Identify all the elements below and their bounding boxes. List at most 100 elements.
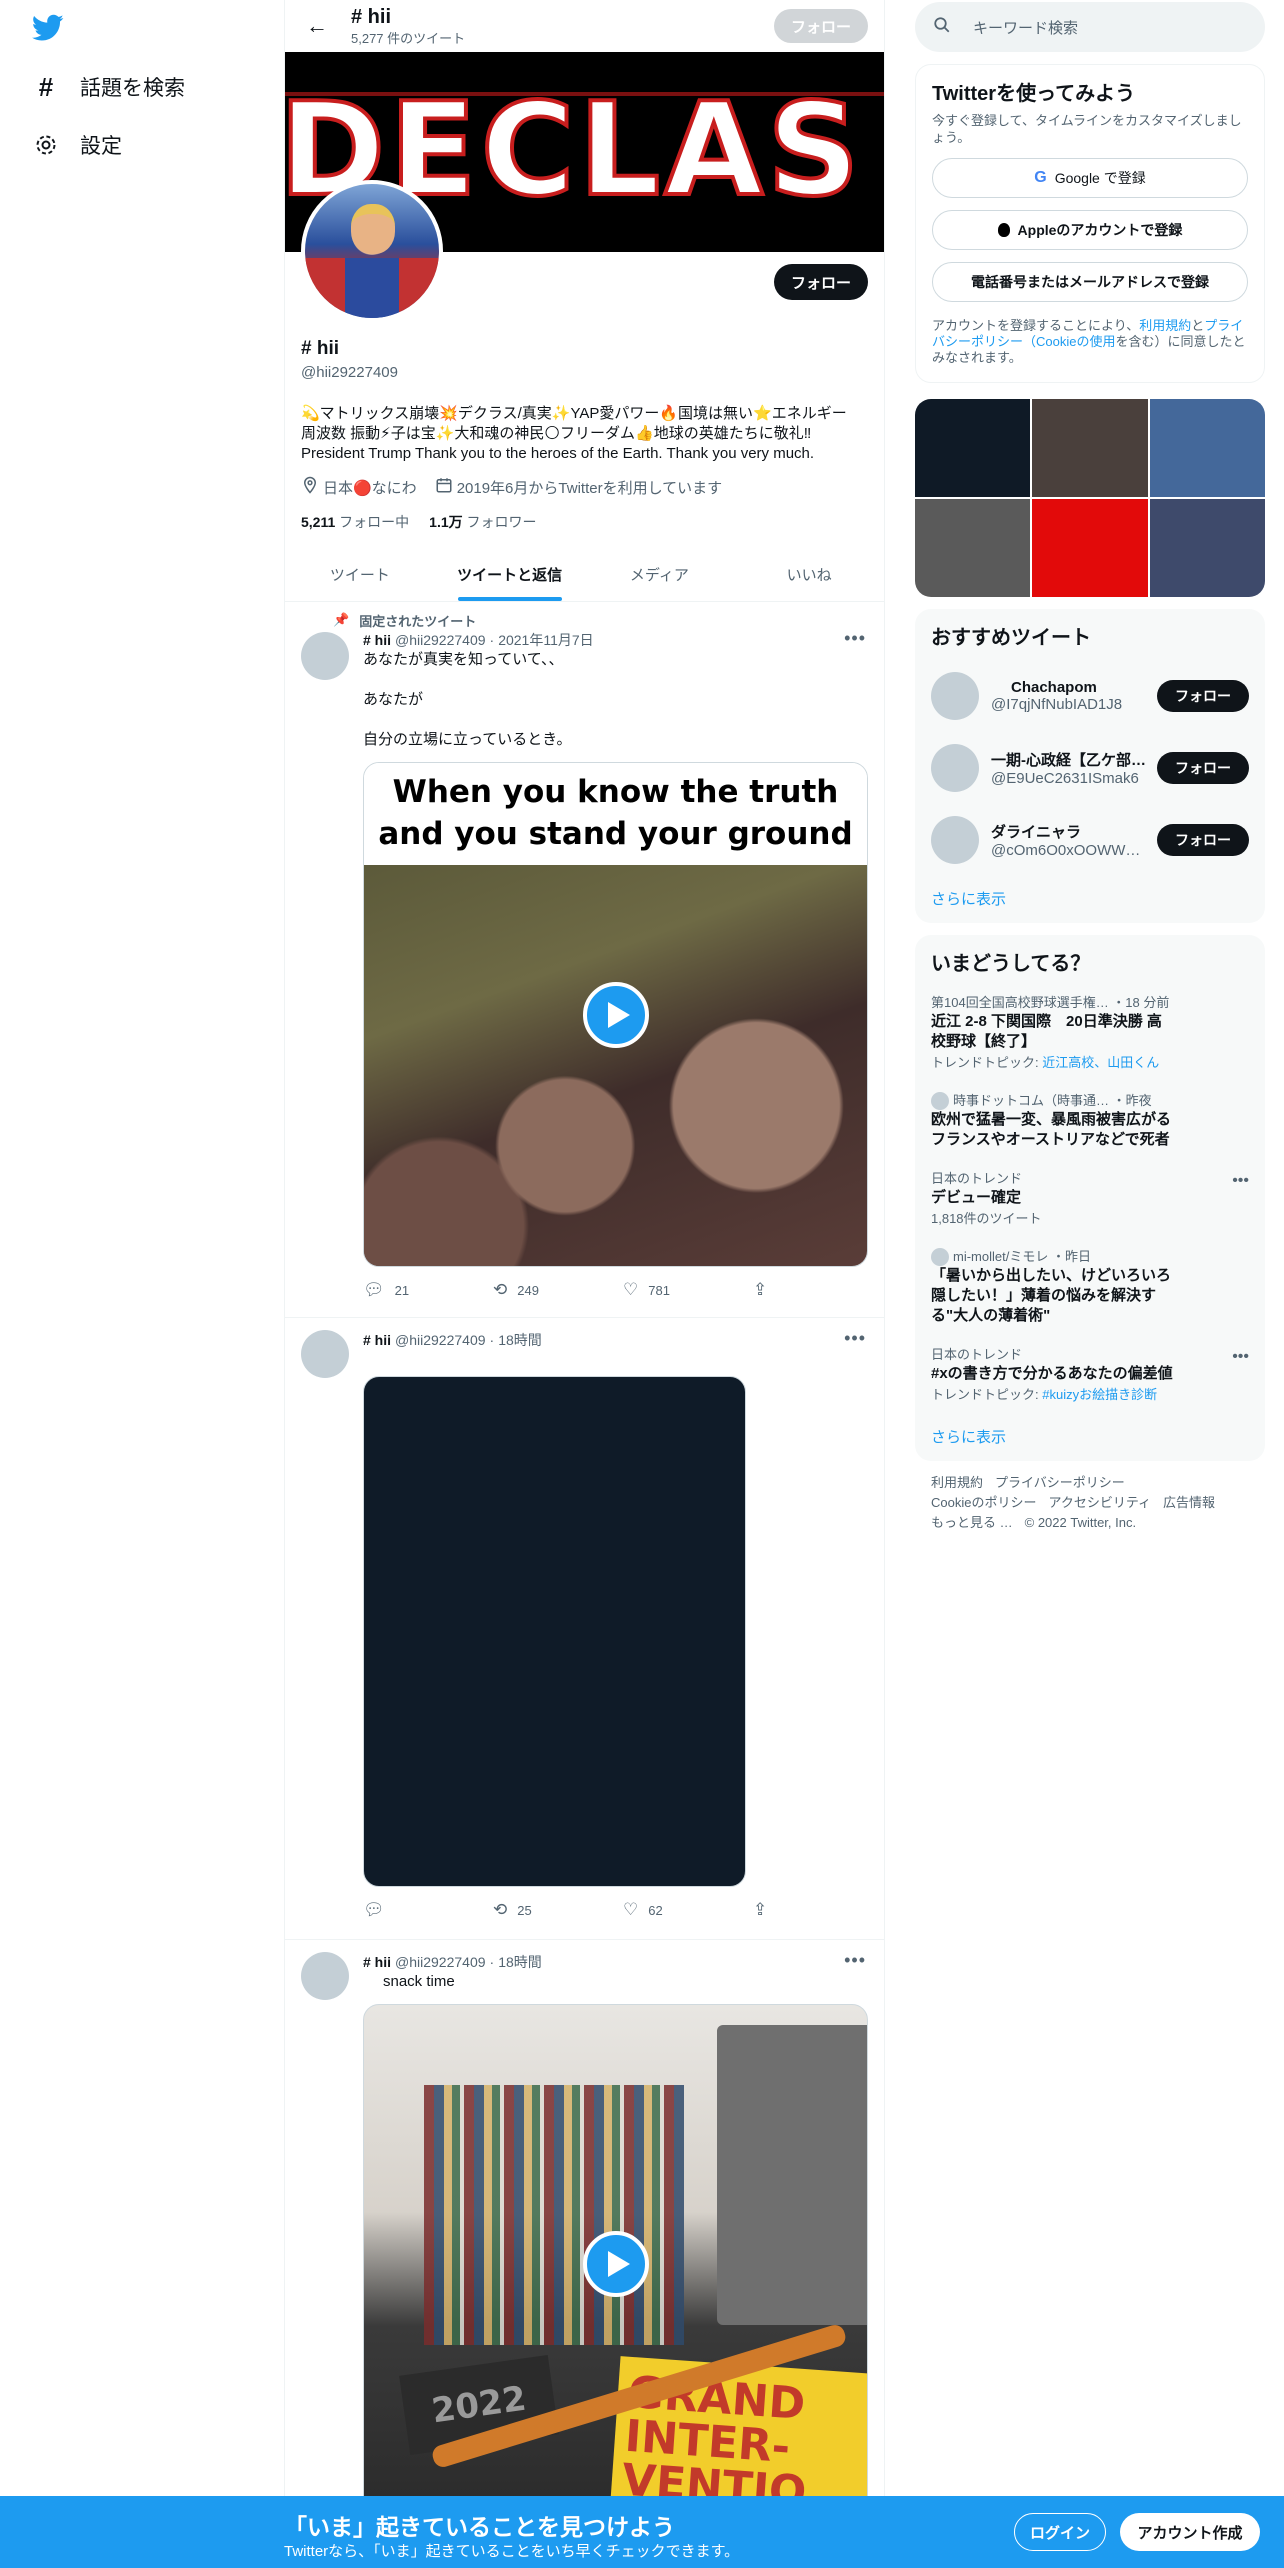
trend-item[interactable]: 第104回全国高校野球選手権… ・18 分前 近江 2-8 下関国際 20日準決…	[915, 984, 1265, 1082]
right-sidebar: キーワード検索 Twitterを使ってみよう 今すぐ登録して、タイムラインをカス…	[915, 0, 1265, 1545]
trend-item[interactable]: 時事ドットコム（時事通… ・昨夜 欧州で猛暑一変、暴風雨被害広がる フランスやオ…	[915, 1082, 1265, 1160]
reply-button[interactable]: 💬︎ 21	[363, 1280, 493, 1300]
tweet-author-handle[interactable]: @hii29227409	[395, 632, 486, 648]
footer-privacy-link[interactable]: プライバシーポリシー	[995, 1475, 1125, 1490]
trend-item[interactable]: ••• 日本のトレンド #xの書き方で分かるあなたの偏差値 トレンドトピック: …	[915, 1336, 1265, 1414]
photo-thumbnail[interactable]	[1149, 399, 1265, 497]
nav-settings[interactable]: 設定	[32, 125, 122, 165]
user-avatar[interactable]	[931, 744, 979, 792]
tab-tweets-replies[interactable]: ツイートと返信	[435, 548, 585, 601]
tweet-author-name[interactable]: # hii	[363, 1332, 391, 1348]
tweet-avatar[interactable]	[301, 1330, 349, 1378]
more-icon[interactable]: •••	[844, 1950, 866, 1971]
footer-ads-link[interactable]: 広告情報	[1163, 1495, 1215, 1510]
play-button-icon[interactable]	[582, 2231, 649, 2297]
like-button[interactable]: ♡ 781	[623, 1280, 753, 1300]
photo-thumbnail[interactable]	[915, 399, 1031, 497]
footer-terms-link[interactable]: 利用規約	[931, 1475, 983, 1490]
photo-thumbnail[interactable]	[915, 499, 1031, 597]
share-button[interactable]: ⇪	[753, 1900, 767, 1920]
tweet-video[interactable]: 2022 GRAND INTER- VENTIO	[363, 2004, 868, 2524]
back-arrow-icon[interactable]: ←	[299, 8, 335, 44]
tweet-avatar[interactable]	[301, 632, 349, 680]
tweet-time[interactable]: 18時間	[498, 1330, 542, 1350]
reply-count: 21	[394, 1282, 410, 1298]
trend-item[interactable]: mi-mollet/ミモレ ・昨日 「暑いから出したい、けどいろいろ隠したい！」…	[915, 1238, 1265, 1336]
like-button[interactable]: ♡ 62	[623, 1900, 753, 1920]
footer-accessibility-link[interactable]: アクセシビリティ	[1048, 1495, 1151, 1510]
tweet[interactable]: ••• # hii @hii29227409 · 18時間 snack time…	[285, 1940, 884, 2540]
trends-card: いまどうしてる？ 第104回全国高校野球選手権… ・18 分前 近江 2-8 下…	[915, 935, 1265, 1461]
like-count: 781	[648, 1282, 670, 1298]
trend-item[interactable]: ••• 日本のトレンド デビュー確定 1,818件のツイート	[915, 1160, 1265, 1238]
suggested-user[interactable]: Chachapom @I7qjNfNubIAD1J8 フォロー	[915, 660, 1265, 732]
photo-thumbnail[interactable]	[1149, 499, 1265, 597]
login-button[interactable]: ログイン	[1014, 2513, 1106, 2551]
tweet-author-name[interactable]: # hii	[363, 1954, 391, 1970]
pinned-text: 固定されたツイート	[359, 613, 477, 629]
retweet-button[interactable]: ⟲ 249	[493, 1280, 623, 1300]
more-icon[interactable]: •••	[844, 1328, 866, 1349]
follow-user-button[interactable]: フォロー	[1157, 752, 1249, 784]
photo-thumbnail[interactable]	[1032, 399, 1148, 497]
user-avatar[interactable]	[931, 816, 979, 864]
suggested-user[interactable]: ダライニャラ @cOm6O0xOOWW… フォロー	[915, 804, 1265, 876]
nav-explore[interactable]: # 話題を検索	[32, 67, 185, 107]
main-column: ← # hii 5,277 件のツイート フォロー DECLAS フォロー # …	[284, 0, 885, 2568]
reply-button[interactable]: 💬︎	[363, 1900, 493, 1920]
tweet-actions: 💬︎ ⟲ 25 ♡ 62 ⇪	[363, 1887, 868, 1933]
google-signup-button[interactable]: G Google で登録	[932, 158, 1248, 198]
tweet-video[interactable]	[363, 1376, 746, 1887]
trend-context: 日本のトレンド	[931, 1347, 1023, 1362]
follow-button[interactable]: フォロー	[774, 264, 868, 300]
photo-thumbnail[interactable]	[1032, 499, 1148, 597]
phone-signup-button[interactable]: 電話番号またはメールアドレスで登録	[932, 262, 1248, 302]
terms-link[interactable]: 利用規約	[1139, 318, 1191, 333]
following-stat[interactable]: 5,211 フォロー中	[301, 512, 409, 532]
share-button[interactable]: ⇪	[753, 1280, 767, 1300]
like-count: 62	[648, 1902, 663, 1918]
show-more-link[interactable]: さらに表示	[915, 876, 1265, 909]
tweet-video[interactable]: When you know the truth and you stand yo…	[363, 762, 868, 1267]
tweet-author-handle[interactable]: @hii29227409	[395, 1954, 486, 1970]
play-button-icon[interactable]	[582, 981, 649, 1048]
search-input[interactable]: キーワード検索	[973, 17, 1078, 38]
followers-stat[interactable]: 1.1万 フォロワー	[429, 512, 536, 532]
more-icon[interactable]: •••	[844, 628, 866, 649]
bottom-bar-title: 「いま」起きていることを見つけよう	[284, 2514, 675, 2540]
signup-button[interactable]: アカウント作成	[1120, 2513, 1260, 2551]
user-avatar[interactable]	[931, 672, 979, 720]
tweet[interactable]: ••• # hii @hii29227409 · 18時間 💬︎ ⟲ 25 ♡ 62…	[285, 1318, 884, 1940]
more-icon[interactable]: •••	[1232, 1348, 1249, 1366]
apple-signup-button[interactable]: Appleのアカウントで登録	[932, 210, 1248, 250]
profile-meta: 日本🔴なにわ 2019年6月からTwitterを利用しています	[285, 476, 884, 498]
follow-user-button[interactable]: フォロー	[1157, 680, 1249, 712]
user-handle: @cOm6O0xOOWW…	[991, 842, 1141, 859]
tweet-author-handle[interactable]: @hii29227409	[395, 1332, 486, 1348]
profile-avatar[interactable]	[301, 180, 443, 322]
tweet-time[interactable]: 18時間	[498, 1952, 542, 1972]
show-more-link[interactable]: さらに表示	[915, 1414, 1265, 1447]
location-text: 日本🔴なにわ	[323, 479, 417, 497]
tweet-avatar[interactable]	[301, 1952, 349, 2000]
twitter-logo-icon[interactable]	[31, 14, 64, 42]
signup-legal-text: アカウントを登録することにより、利用規約とプライバシーポリシー（Cookieの使…	[932, 318, 1248, 366]
footer-copyright: © 2022 Twitter, Inc.	[1024, 1515, 1137, 1530]
footer-cookie-link[interactable]: Cookieのポリシー	[931, 1495, 1036, 1510]
more-icon[interactable]: •••	[1232, 1172, 1249, 1190]
trend-topic-link[interactable]: 近江高校、山田くん	[1042, 1055, 1159, 1070]
tab-tweets[interactable]: ツイート	[285, 548, 435, 601]
tweet-pinned[interactable]: 📌 固定されたツイート ••• # hii @hii29227409 · 202…	[285, 602, 884, 1318]
retweet-button[interactable]: ⟲ 25	[493, 1900, 623, 1920]
search-box[interactable]: キーワード検索	[915, 2, 1265, 52]
suggested-user[interactable]: 一期-心政経【乙ケ部… @E9UeC2631ISmak6 フォロー	[915, 732, 1265, 804]
header-follow-button[interactable]: フォロー	[774, 9, 868, 43]
tweet-author-name[interactable]: # hii	[363, 632, 391, 648]
tab-media[interactable]: メディア	[585, 548, 735, 601]
tweet-header: # hii @hii29227409 · 18時間	[363, 1952, 542, 1972]
footer-more-link[interactable]: もっと見る …	[931, 1515, 1013, 1530]
trend-topic-link[interactable]: #kuizyお絵描き診断	[1042, 1387, 1157, 1402]
tweet-time[interactable]: 2021年11月7日	[498, 630, 593, 650]
follow-user-button[interactable]: フォロー	[1157, 824, 1249, 856]
tab-likes[interactable]: いいね	[734, 548, 884, 601]
